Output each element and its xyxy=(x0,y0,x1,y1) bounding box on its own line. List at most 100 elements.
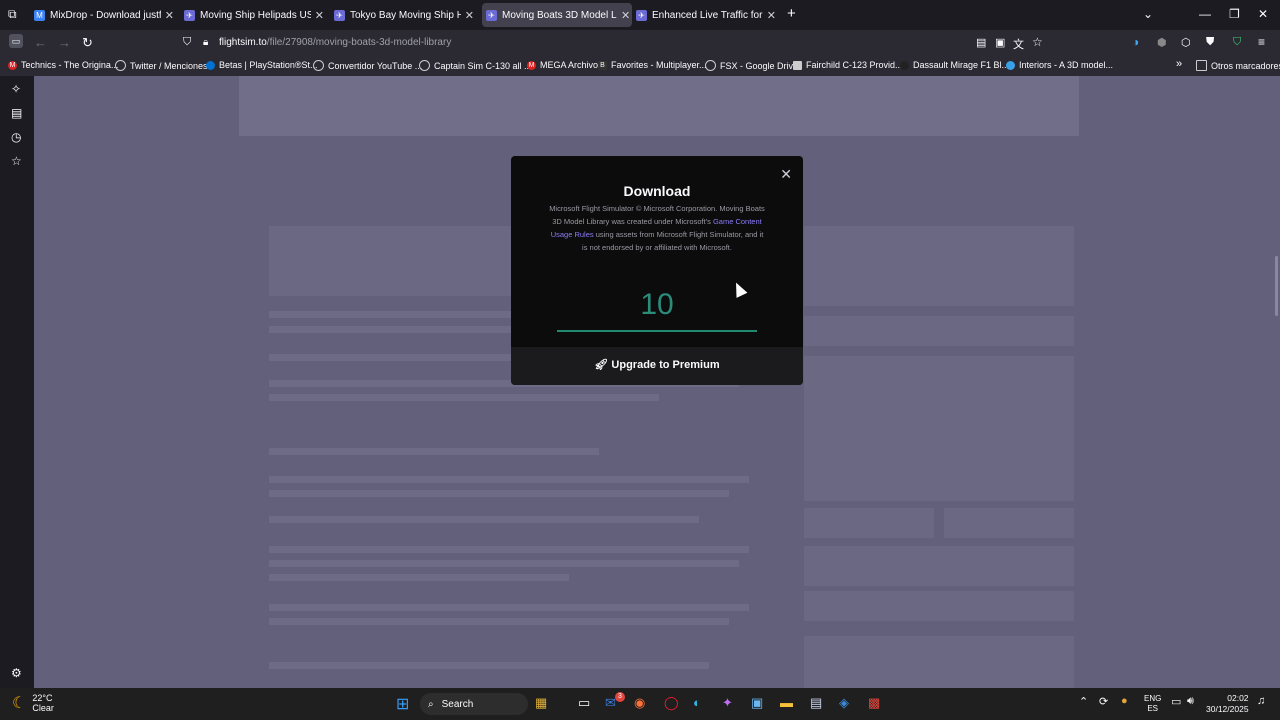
history-icon[interactable]: ◷ xyxy=(11,130,21,144)
folder-icon xyxy=(1196,60,1207,71)
language-indicator[interactable]: ENG ES xyxy=(1144,694,1161,714)
plane-favicon-icon: ✈ xyxy=(184,9,195,21)
weather-widget[interactable]: ☾ 22°C Clear xyxy=(12,693,54,713)
bookmark-item[interactable]: Captain Sim C-130 all ... xyxy=(419,60,532,71)
tab-overview-icon[interactable]: ⧉ xyxy=(8,7,17,22)
volume-icon[interactable]: 🔊︎ xyxy=(1187,695,1194,708)
new-tab-icon[interactable]: + xyxy=(787,5,796,22)
close-tab-icon[interactable]: ✕ xyxy=(165,9,174,22)
text-line-shape xyxy=(269,448,599,455)
bookmark-star-icon[interactable]: ☆ xyxy=(1032,35,1043,49)
bookmark-item[interactable]: Betas | PlayStation®St... xyxy=(206,60,318,70)
firefox-icon[interactable]: ◉ xyxy=(634,695,645,711)
ai-chatbot-icon[interactable]: ✧ xyxy=(11,82,21,96)
search-icon: ⌕ xyxy=(428,698,434,710)
minimize-icon[interactable]: — xyxy=(1199,7,1211,21)
vpn-shield-icon[interactable]: ⛉ xyxy=(1233,36,1241,49)
translate-icon[interactable]: 文 xyxy=(1013,36,1024,52)
privacy-badger-icon[interactable]: ⛊ xyxy=(1206,36,1214,49)
other-bookmarks[interactable]: Otros marcadores xyxy=(1196,60,1280,71)
close-tab-icon[interactable]: ✕ xyxy=(767,9,776,22)
store-icon[interactable]: ▤ xyxy=(810,695,822,711)
sync-icon[interactable]: ⟳ xyxy=(1099,695,1108,708)
text-line-shape xyxy=(269,618,729,625)
bookmark-item[interactable]: B Favorites - Multiplayer... xyxy=(598,60,707,70)
text-line-shape xyxy=(269,560,739,567)
photos-icon[interactable]: ▣ xyxy=(751,695,763,711)
screenshot-icon[interactable]: ▣ xyxy=(995,36,1005,49)
tab-tokyo-bay[interactable]: ✈ Tokyo Bay Moving Ship Helipad ✕ xyxy=(334,3,474,27)
bookmark-item[interactable]: Twitter / Menciones xyxy=(115,60,208,71)
synced-tabs-icon[interactable]: ▤ xyxy=(11,106,22,120)
forward-icon[interactable]: → xyxy=(58,35,71,50)
bookmark-label: Betas | PlayStation®St... xyxy=(219,60,318,70)
network-icon[interactable]: ▭ xyxy=(1171,695,1181,708)
chevron-down-icon[interactable]: ⌄ xyxy=(1143,7,1153,21)
chevron-up-icon[interactable]: ⌃ xyxy=(1079,695,1088,708)
tab-mixdrop[interactable]: M MixDrop - Download justflight- ✕ xyxy=(34,3,174,27)
countdown-progress-bar xyxy=(557,330,757,332)
bookmark-item[interactable]: Interiors - A 3D model... xyxy=(1006,60,1113,70)
windows-start-icon[interactable]: ⊞ xyxy=(396,694,409,714)
close-icon[interactable]: ✕ xyxy=(780,166,792,183)
date: 30/12/2025 xyxy=(1206,704,1249,714)
close-tab-icon[interactable]: ✕ xyxy=(465,9,474,22)
text-line-shape xyxy=(269,394,659,401)
reload-icon[interactable]: ↻ xyxy=(82,35,93,51)
widgets-icon[interactable]: ▦ xyxy=(535,695,547,711)
opera-icon[interactable]: ◯ xyxy=(664,695,679,711)
page-scrollbar[interactable] xyxy=(1275,256,1278,316)
globe-icon xyxy=(419,60,430,71)
menu-icon[interactable]: ≡ xyxy=(1258,35,1265,49)
shield-icon[interactable]: ⛉ xyxy=(183,36,191,49)
edge-icon[interactable]: ◐ xyxy=(693,695,701,710)
copilot-icon[interactable]: ✦ xyxy=(722,695,733,711)
extension-mask-icon[interactable]: ⬢ xyxy=(1157,36,1167,49)
language-secondary: ES xyxy=(1147,704,1158,713)
tab-title: Moving Boats 3D Model Library xyxy=(502,9,617,21)
close-tab-icon[interactable]: ✕ xyxy=(621,9,630,22)
sidebar-toggle-icon[interactable]: ▭ xyxy=(9,34,23,48)
url-bar[interactable]: flightsim.to/file/27908/moving-boats-3d-… xyxy=(219,37,451,48)
app-icon[interactable]: ▩ xyxy=(868,695,880,711)
sidebar-card-shape xyxy=(804,356,1074,501)
lock-icon[interactable]: 🔒︎ xyxy=(203,37,208,48)
bookmark-label: Favorites - Multiplayer... xyxy=(611,60,707,70)
file-explorer-icon[interactable]: ▬ xyxy=(780,695,793,710)
bookmark-label: Fairchild C-123 Provid... xyxy=(806,60,903,70)
chevron-double-right-icon[interactable]: » xyxy=(1176,58,1182,70)
mega-icon: M xyxy=(527,60,536,70)
close-window-icon[interactable]: ✕ xyxy=(1258,7,1268,21)
back-icon[interactable]: ← xyxy=(34,35,47,50)
desc-text: using assets from Microsoft Flight Simul… xyxy=(582,230,764,252)
globe-icon xyxy=(115,60,126,71)
extensions-icon[interactable]: ⬡ xyxy=(1181,36,1191,49)
extension-circle-icon[interactable]: ◑ xyxy=(1132,35,1139,49)
sidebar-settings-gear-icon[interactable]: ⚙ xyxy=(11,666,22,680)
page-header-shape xyxy=(239,76,1079,136)
reader-view-icon[interactable]: ▤ xyxy=(976,36,986,49)
bookmark-item[interactable]: Convertidor YouTube ... xyxy=(313,60,422,71)
tab-moving-ship-helipads[interactable]: ✈ Moving Ship Helipads USA/Eur ✕ xyxy=(184,3,324,27)
outlook-new-icon[interactable]: ◈ xyxy=(839,695,849,711)
upgrade-to-premium-button[interactable]: 🚀︎ Upgrade to Premium xyxy=(511,347,803,385)
microphone-icon[interactable]: ● xyxy=(1121,695,1128,707)
search-label: Search xyxy=(441,698,474,710)
notification-bell-icon[interactable]: ♫ xyxy=(1257,695,1265,707)
countdown-progress-fill xyxy=(557,330,757,332)
temperature: 22°C xyxy=(32,693,53,703)
bookmarks-star-icon[interactable]: ☆ xyxy=(11,154,22,168)
close-tab-icon[interactable]: ✕ xyxy=(315,9,324,22)
bookmark-item[interactable]: Dassault Mirage F1 Bl... xyxy=(900,60,1009,70)
tab-enhanced-live-traffic[interactable]: ✈ Enhanced Live Traffic for Micro ✕ xyxy=(636,3,776,27)
clock[interactable]: 02:02 30/12/2025 xyxy=(1206,693,1249,715)
taskbar-search[interactable]: ⌕ Search xyxy=(420,693,528,715)
sidebar-card-shape xyxy=(804,508,934,538)
restore-icon[interactable]: ❐ xyxy=(1229,7,1240,21)
bookmark-item[interactable]: M Technics - The Origina... xyxy=(8,60,118,70)
task-view-icon[interactable]: ▭ xyxy=(578,695,590,711)
tab-moving-boats[interactable]: ✈ Moving Boats 3D Model Library ✕ xyxy=(482,3,632,27)
bookmark-item[interactable]: M MEGA Archivo xyxy=(527,60,598,70)
bookmark-item[interactable]: FSX - Google Drive xyxy=(705,60,798,71)
bookmark-item[interactable]: Fairchild C-123 Provid... xyxy=(793,60,903,70)
